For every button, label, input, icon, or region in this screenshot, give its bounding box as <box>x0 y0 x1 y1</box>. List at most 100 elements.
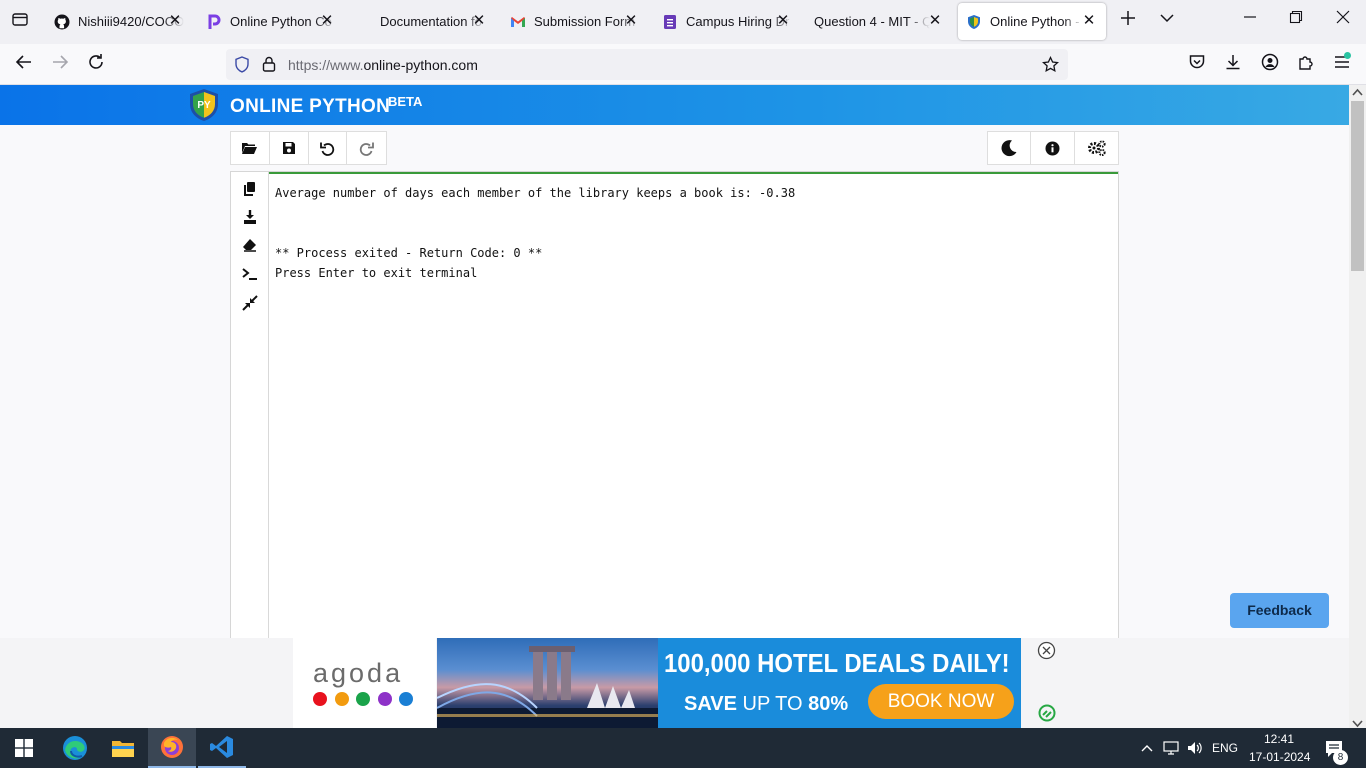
url-domain: online-python.com <box>363 57 478 73</box>
account-icon[interactable] <box>1258 53 1282 77</box>
forward-arrow-icon[interactable] <box>48 53 72 77</box>
gears-icon <box>1087 140 1106 156</box>
floppy-disk-icon <box>282 142 295 154</box>
ad-headline: 100,000 HOTEL DEALS DAILY! <box>664 648 1010 678</box>
terminal-panel: Average number of days each member of th… <box>230 171 1119 641</box>
ad-save-pct: 80% <box>808 693 849 715</box>
brand-dot <box>313 692 327 706</box>
close-icon[interactable]: ✕ <box>926 12 944 30</box>
brand-dot <box>335 692 349 706</box>
download-icon[interactable] <box>241 208 259 226</box>
close-ad-icon[interactable] <box>1037 641 1056 660</box>
tab-title: Question 4 - MIT - Qu <box>814 14 930 29</box>
ad-offer-panel[interactable]: 100,000 HOTEL DEALS DAILY! SAVE UP TO 80… <box>658 638 1021 728</box>
tab-github[interactable]: Nishiii9420/COCO ✕ <box>46 3 192 40</box>
close-window-icon[interactable] <box>1331 10 1355 34</box>
tab-title: Online Python - IE <box>990 14 1082 29</box>
compress-icon[interactable] <box>241 294 259 312</box>
brand-dot <box>399 692 413 706</box>
navigation-bar: https://www.online-python.com <box>0 44 1366 85</box>
close-icon[interactable]: ✕ <box>166 12 184 30</box>
github-icon <box>54 14 70 29</box>
minimize-icon[interactable] <box>1238 10 1262 34</box>
tab-question-4[interactable]: Question 4 - MIT - Qu ✕ <box>806 3 952 40</box>
windows-start-icon[interactable] <box>0 728 48 768</box>
firefox-icon[interactable] <box>148 728 196 768</box>
terminal-prompt-icon[interactable] <box>241 265 259 283</box>
edge-browser-icon[interactable] <box>51 728 99 768</box>
ad-photo[interactable] <box>437 638 658 728</box>
tab-submission-form[interactable]: Submission Form ✕ <box>502 3 648 40</box>
close-icon[interactable]: ✕ <box>470 12 488 30</box>
pocket-icon[interactable] <box>1185 53 1209 77</box>
ad-banner[interactable]: agoda 100,000 HOTEL DEALS DAILY! SAVE UP… <box>0 638 1349 728</box>
url-bar[interactable]: https://www.online-python.com <box>226 49 1068 80</box>
undo-icon <box>319 142 335 156</box>
tab-list-icon[interactable] <box>8 10 32 34</box>
save-button[interactable] <box>270 132 309 164</box>
marina-bay-skyline-image <box>437 646 658 728</box>
tab-campus-hiring[interactable]: Campus Hiring Dr ✕ <box>654 3 800 40</box>
close-icon[interactable]: ✕ <box>1080 12 1098 30</box>
eraser-icon[interactable] <box>241 236 259 254</box>
moon-icon <box>1001 140 1017 157</box>
new-tab-icon[interactable] <box>1116 10 1140 34</box>
tab-strip: Nishiii9420/COCO ✕ Online Python Co ✕ Do… <box>0 0 1366 44</box>
settings-button[interactable] <box>1075 132 1118 164</box>
redo-icon <box>359 142 375 156</box>
reload-icon[interactable] <box>84 53 108 77</box>
file-explorer-icon[interactable] <box>99 728 147 768</box>
python-shield-logo-icon[interactable]: PY <box>188 88 220 122</box>
back-arrow-icon[interactable] <box>12 53 36 77</box>
tab-documentation[interactable]: Documentation fo ✕ <box>350 3 496 40</box>
clock-time[interactable]: 12:41 <box>1264 732 1294 746</box>
settings-toolbar <box>987 131 1119 165</box>
bookmark-star-icon[interactable] <box>1042 56 1059 73</box>
gmail-icon <box>511 16 525 27</box>
downloads-icon[interactable] <box>1221 53 1245 77</box>
scrollbar-thumb[interactable] <box>1351 101 1364 271</box>
agoda-logo[interactable]: agoda <box>293 638 436 728</box>
folder-open-icon <box>242 143 258 154</box>
tray-chevron-up-icon[interactable] <box>1140 741 1154 755</box>
site-title[interactable]: ONLINE PYTHON <box>230 96 390 118</box>
copy-icon[interactable] <box>241 180 259 198</box>
brand-dot <box>356 692 370 706</box>
info-button[interactable] <box>1031 132 1075 164</box>
windows-taskbar: ENG 12:41 17-01-2024 8 <box>0 728 1366 768</box>
volume-icon[interactable] <box>1186 740 1204 756</box>
tracking-shield-icon[interactable] <box>234 56 250 73</box>
scroll-up-icon[interactable] <box>1352 88 1363 98</box>
redo-button[interactable] <box>347 132 386 164</box>
editor-toolbar <box>230 131 387 165</box>
dark-mode-button[interactable] <box>988 132 1032 164</box>
site-header: PY ONLINE PYTHON BETA <box>0 85 1349 125</box>
tab-online-python-compiler[interactable]: Online Python Co ✕ <box>198 3 344 40</box>
language-indicator[interactable]: ENG <box>1212 741 1238 755</box>
adchoices-icon[interactable] <box>1038 704 1056 722</box>
vscode-icon[interactable] <box>198 728 246 768</box>
chevron-down-icon[interactable] <box>1155 10 1179 34</box>
url-prefix: https://www. <box>288 57 364 73</box>
update-badge <box>1344 52 1351 59</box>
page-scrollbar[interactable] <box>1349 85 1366 728</box>
book-now-button[interactable]: BOOK NOW <box>868 684 1014 719</box>
ad-save-mid: UP TO <box>742 693 809 715</box>
undo-button[interactable] <box>309 132 348 164</box>
beta-badge: BETA <box>388 94 423 109</box>
clock-date[interactable]: 17-01-2024 <box>1249 750 1310 764</box>
close-icon[interactable]: ✕ <box>318 12 336 30</box>
close-icon[interactable]: ✕ <box>774 12 792 30</box>
network-icon[interactable] <box>1163 740 1181 756</box>
close-icon[interactable]: ✕ <box>622 12 640 30</box>
shield-icon <box>968 14 980 29</box>
feedback-button[interactable]: Feedback <box>1230 593 1329 628</box>
ad-save-prefix: SAVE <box>684 693 743 715</box>
open-file-button[interactable] <box>231 132 270 164</box>
terminal-output[interactable]: Average number of days each member of th… <box>269 172 1118 640</box>
lock-icon[interactable] <box>262 56 276 72</box>
extensions-icon[interactable] <box>1294 53 1318 77</box>
restore-icon[interactable] <box>1284 10 1308 34</box>
tab-online-python-active[interactable]: Online Python - IE ✕ <box>958 3 1106 40</box>
brand-dot <box>378 692 392 706</box>
